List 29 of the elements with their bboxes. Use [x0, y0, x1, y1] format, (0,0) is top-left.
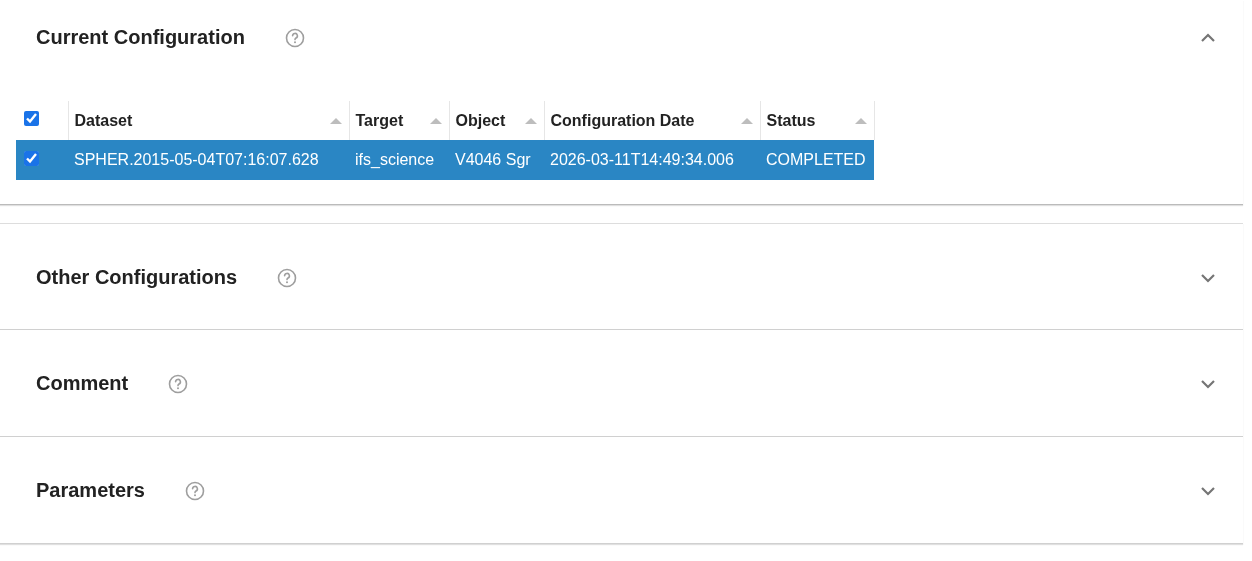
column-header[interactable]: Object — [455, 111, 506, 130]
sort-arrow-icon[interactable] — [739, 116, 754, 125]
help-icon[interactable] — [277, 267, 298, 288]
column-header[interactable]: Status — [766, 111, 816, 130]
section-title: Other Configurations — [36, 266, 238, 289]
select-all-checkbox[interactable] — [24, 111, 39, 126]
section-title: Parameters — [36, 479, 145, 502]
table-cell: 2026-03-11T14:49:34.006 — [550, 151, 734, 168]
column-header[interactable]: Dataset — [74, 111, 133, 130]
column-header[interactable]: Configuration Date — [550, 111, 695, 130]
collapse-chevron-icon[interactable] — [1199, 31, 1217, 44]
help-icon[interactable] — [184, 480, 205, 501]
table-cell: SPHER.2015-05-04T07:16:07.628 — [74, 151, 319, 168]
column-header[interactable]: Target — [355, 111, 404, 130]
sort-arrow-icon[interactable] — [523, 116, 538, 125]
table-cell: ifs_science — [355, 151, 435, 168]
row-checkbox[interactable] — [24, 150, 39, 166]
section-title: Comment — [36, 372, 129, 395]
sort-arrow-icon[interactable] — [428, 116, 443, 125]
expand-chevron-icon[interactable] — [1199, 484, 1217, 497]
expand-chevron-icon[interactable] — [1199, 271, 1217, 284]
help-icon[interactable] — [168, 373, 189, 394]
expand-chevron-icon[interactable] — [1199, 377, 1217, 390]
table-cell: COMPLETED — [766, 151, 866, 168]
help-icon[interactable] — [284, 27, 305, 48]
sort-arrow-icon[interactable] — [853, 116, 868, 125]
table-cell: V4046 Sgr — [455, 151, 531, 168]
sort-arrow-icon[interactable] — [328, 116, 343, 125]
section-title: Current Configuration — [36, 26, 245, 49]
